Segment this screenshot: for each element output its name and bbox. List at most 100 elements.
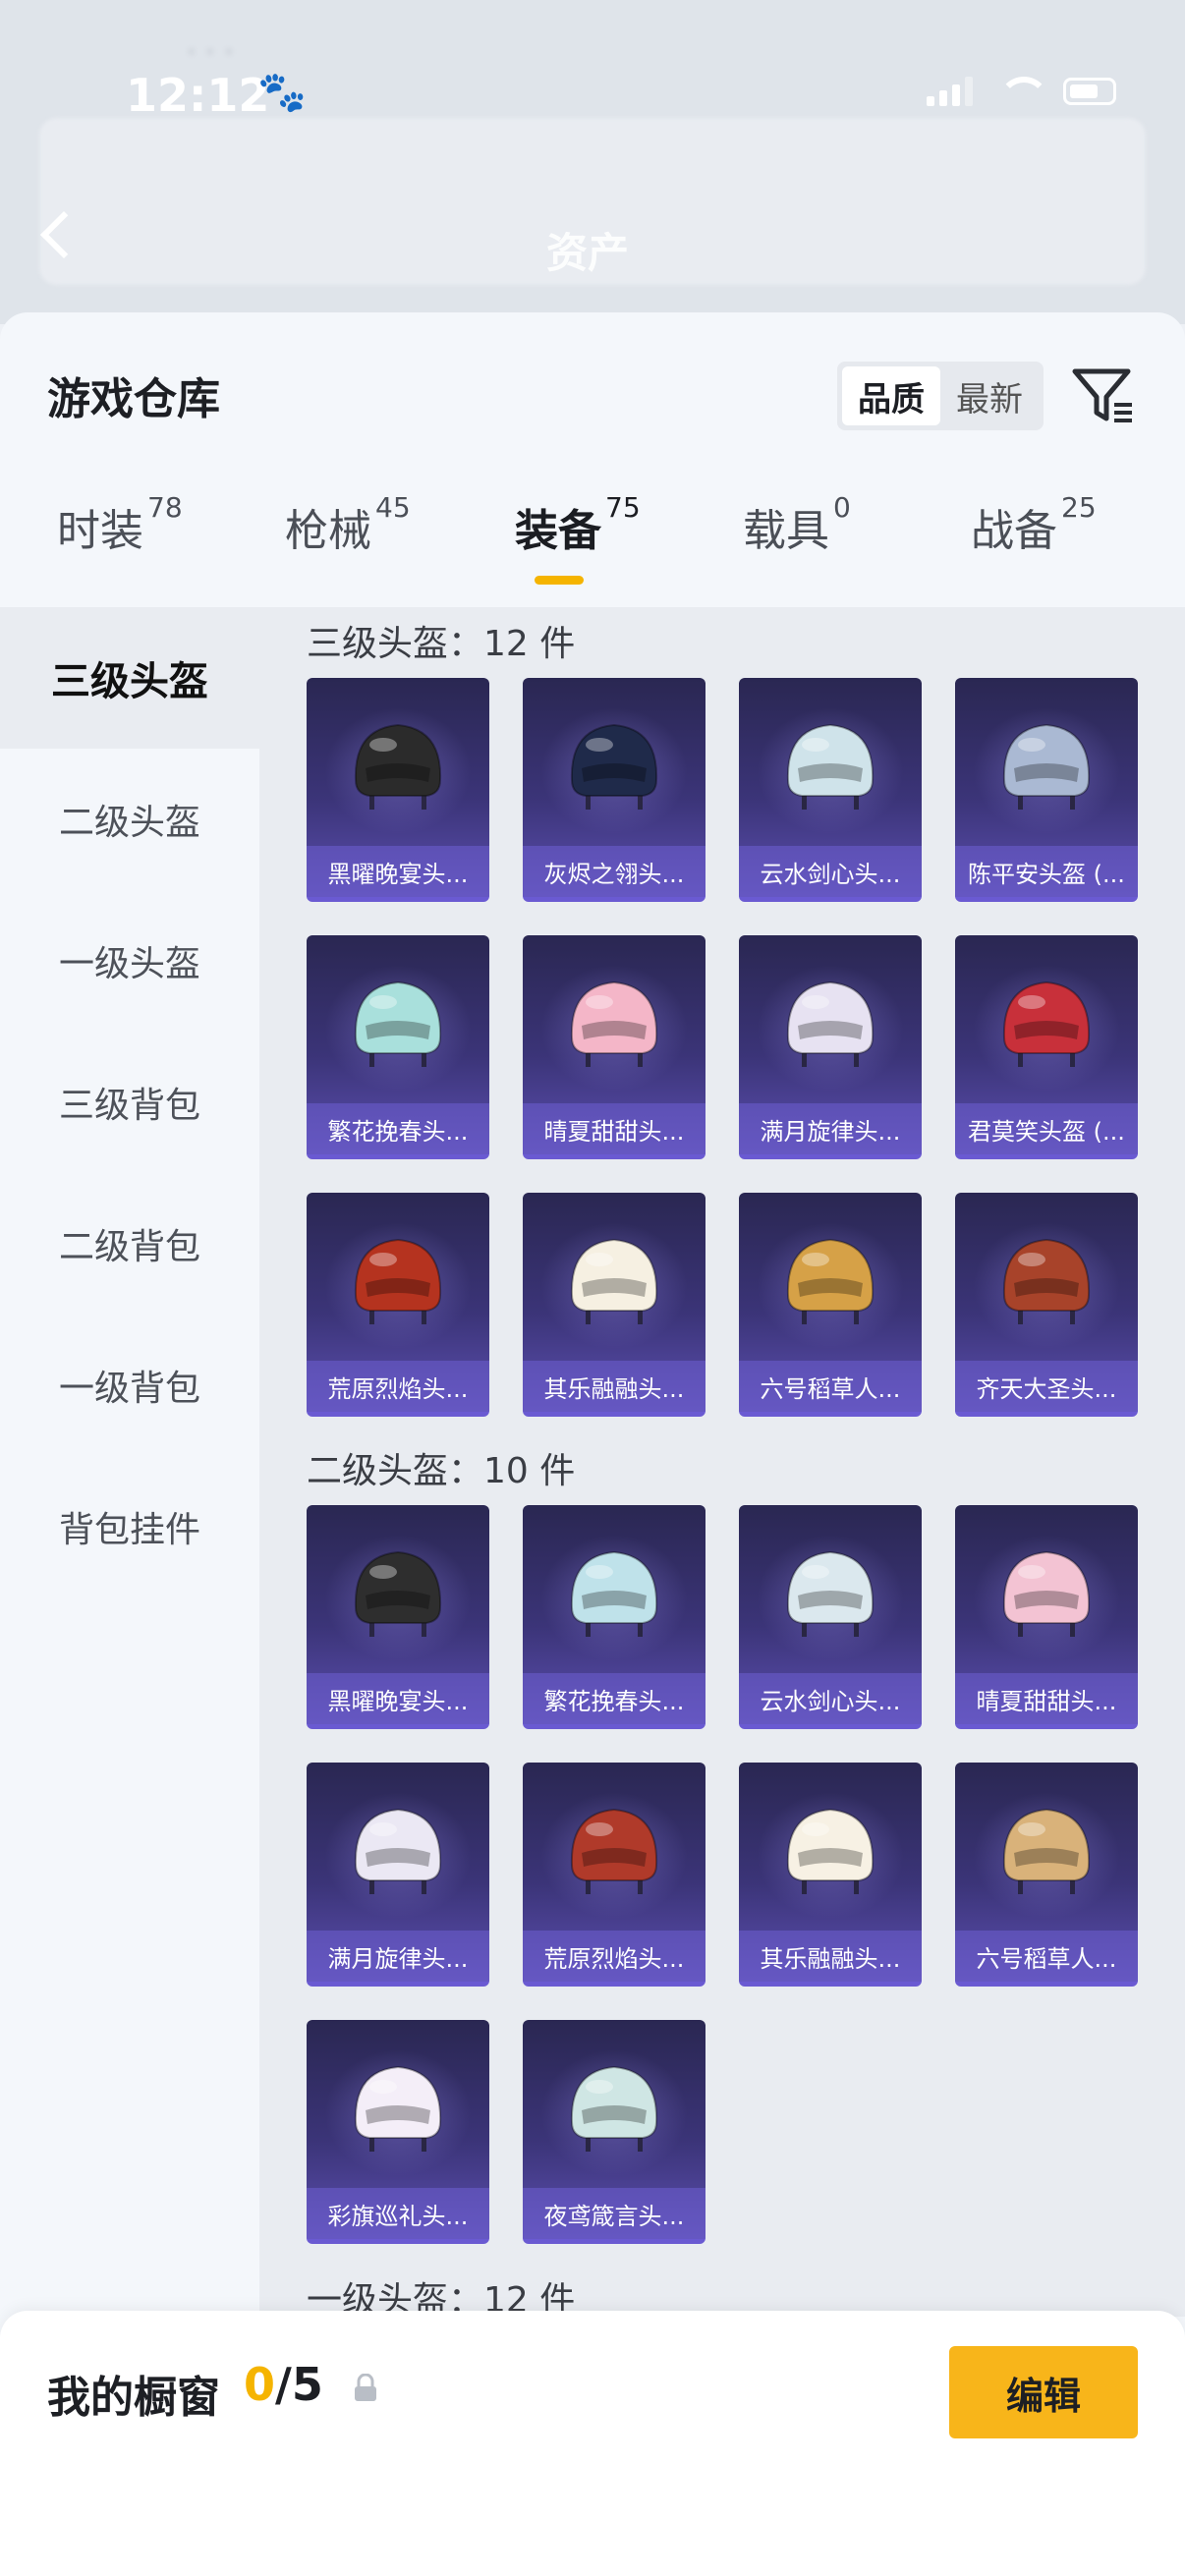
item-name: 齐天大圣头... [955, 1361, 1138, 1412]
item-name: 六号稻草人... [739, 1361, 922, 1412]
item-card[interactable]: 云水剑心头... [739, 678, 922, 902]
item-card[interactable]: 繁花挽春头... [307, 935, 489, 1159]
tab-count: 25 [1061, 491, 1097, 524]
showcase-title: 我的橱窗 [47, 2373, 220, 2423]
helmet-icon [354, 1808, 442, 1894]
helmet-icon [786, 1238, 875, 1324]
section-title: 二级头盔：10 件 [307, 1451, 576, 1491]
helmet-icon [1002, 723, 1091, 810]
status-icons [927, 77, 1116, 106]
tab-count: 75 [605, 491, 641, 524]
section-title: 三级头盔：12 件 [307, 624, 576, 664]
item-card[interactable]: 其乐融融头... [523, 1193, 705, 1417]
helmet-icon [570, 1550, 658, 1637]
item-card[interactable]: 荒原烈焰头... [523, 1763, 705, 1987]
background-text: · · · [187, 35, 234, 70]
sidebar-item-level1-backpack[interactable]: 一级背包 [0, 1315, 259, 1456]
sidebar-item-level3-backpack[interactable]: 三级背包 [0, 1032, 259, 1173]
item-grid: 三级头盔：12 件 二级头盔：10 件 一级头盔：12 件 黑曜晚宴头... 灰烬… [259, 607, 1185, 2317]
status-time: 12:12 [126, 69, 270, 122]
item-name: 灰烬之翎头... [523, 846, 705, 897]
tab-label: 战备 [971, 506, 1057, 556]
sort-quality-button[interactable]: 品质 [842, 366, 940, 425]
tab-count: 78 [147, 491, 183, 524]
tab-weapons[interactable]: 枪械 45 [285, 491, 411, 558]
helmet-icon [1002, 1808, 1091, 1894]
warehouse-sheet: 游戏仓库 品质 最新 时装 78 枪械 45 装备 75 载具 0 战备 25 [0, 312, 1185, 2576]
wifi-icon [998, 77, 1049, 106]
sidebar: 三级头盔 二级头盔 一级头盔 三级背包 二级背包 一级背包 背包挂件 [0, 607, 259, 2317]
helmet-icon [786, 723, 875, 810]
category-tabs: 时装 78 枪械 45 装备 75 载具 0 战备 25 [0, 485, 1185, 593]
helmet-icon [570, 723, 658, 810]
item-name: 黑曜晚宴头... [307, 1673, 489, 1724]
item-name: 黑曜晚宴头... [307, 846, 489, 897]
tab-battle-gear[interactable]: 战备 25 [971, 491, 1097, 558]
item-name: 君莫笑头盔 (... [955, 1103, 1138, 1154]
item-card[interactable]: 黑曜晚宴头... [307, 1505, 489, 1729]
helmet-icon [570, 2065, 658, 2152]
background-header: · · · 12:12 🐾 资产 [0, 0, 1185, 324]
sidebar-item-level3-helmet[interactable]: 三级头盔 [0, 607, 259, 749]
item-name: 其乐融融头... [739, 1931, 922, 1982]
tab-label: 时装 [57, 506, 143, 556]
helmet-icon [786, 980, 875, 1067]
item-name: 夜鸢箴言头... [523, 2188, 705, 2239]
item-name: 荒原烈焰头... [307, 1361, 489, 1412]
item-card[interactable]: 其乐融融头... [739, 1763, 922, 1987]
item-card[interactable]: 君莫笑头盔 (... [955, 935, 1138, 1159]
helmet-icon [786, 1550, 875, 1637]
edit-button[interactable]: 编辑 [949, 2346, 1138, 2438]
sidebar-item-backpack-charm[interactable]: 背包挂件 [0, 1456, 259, 1597]
item-name: 六号稻草人... [955, 1931, 1138, 1982]
helmet-icon [1002, 980, 1091, 1067]
item-card[interactable]: 夜鸢箴言头... [523, 2020, 705, 2244]
tab-label: 装备 [515, 506, 601, 556]
item-name: 陈平安头盔 (... [955, 846, 1138, 897]
item-name: 繁花挽春头... [523, 1673, 705, 1724]
sort-toggle: 品质 最新 [837, 362, 1044, 430]
item-card[interactable]: 繁花挽春头... [523, 1505, 705, 1729]
item-card[interactable]: 彩旗巡礼头... [307, 2020, 489, 2244]
item-card[interactable]: 云水剑心头... [739, 1505, 922, 1729]
helmet-icon [354, 723, 442, 810]
active-tab-indicator [535, 576, 584, 585]
tab-fashion[interactable]: 时装 78 [57, 491, 183, 558]
item-card[interactable]: 满月旋律头... [307, 1763, 489, 1987]
showcase-count: 0/5 [244, 2358, 323, 2411]
item-card[interactable]: 满月旋律头... [739, 935, 922, 1159]
tab-count: 45 [375, 491, 411, 524]
item-card[interactable]: 六号稻草人... [955, 1763, 1138, 1987]
tab-vehicles[interactable]: 载具 0 [743, 491, 851, 558]
tab-count: 0 [833, 491, 851, 524]
item-name: 晴夏甜甜头... [955, 1673, 1138, 1724]
helmet-icon [354, 1238, 442, 1324]
item-card[interactable]: 黑曜晚宴头... [307, 678, 489, 902]
item-card[interactable]: 陈平安头盔 (... [955, 678, 1138, 902]
tab-label: 枪械 [285, 506, 371, 556]
showcase-bar: 我的橱窗 0/5 编辑 [0, 2311, 1185, 2576]
item-card[interactable]: 晴夏甜甜头... [523, 935, 705, 1159]
sort-newest-button[interactable]: 最新 [940, 366, 1039, 425]
sidebar-item-level1-helmet[interactable]: 一级头盔 [0, 890, 259, 1032]
item-card[interactable]: 齐天大圣头... [955, 1193, 1138, 1417]
item-card[interactable]: 灰烬之翎头... [523, 678, 705, 902]
item-name: 满月旋律头... [739, 1103, 922, 1154]
helmet-icon [354, 1550, 442, 1637]
tab-equipment[interactable]: 装备 75 [515, 491, 641, 558]
filter-icon[interactable] [1071, 364, 1136, 428]
sidebar-item-level2-helmet[interactable]: 二级头盔 [0, 749, 259, 890]
item-name: 云水剑心头... [739, 846, 922, 897]
paw-icon: 🐾 [257, 70, 307, 115]
helmet-icon [570, 1238, 658, 1324]
item-name: 繁花挽春头... [307, 1103, 489, 1154]
item-name: 彩旗巡礼头... [307, 2188, 489, 2239]
helmet-icon [570, 1808, 658, 1894]
signal-icon [927, 77, 973, 106]
helmet-icon [1002, 1238, 1091, 1324]
sidebar-item-level2-backpack[interactable]: 二级背包 [0, 1173, 259, 1315]
item-card[interactable]: 晴夏甜甜头... [955, 1505, 1138, 1729]
helmet-icon [354, 2065, 442, 2152]
item-card[interactable]: 六号稻草人... [739, 1193, 922, 1417]
item-card[interactable]: 荒原烈焰头... [307, 1193, 489, 1417]
